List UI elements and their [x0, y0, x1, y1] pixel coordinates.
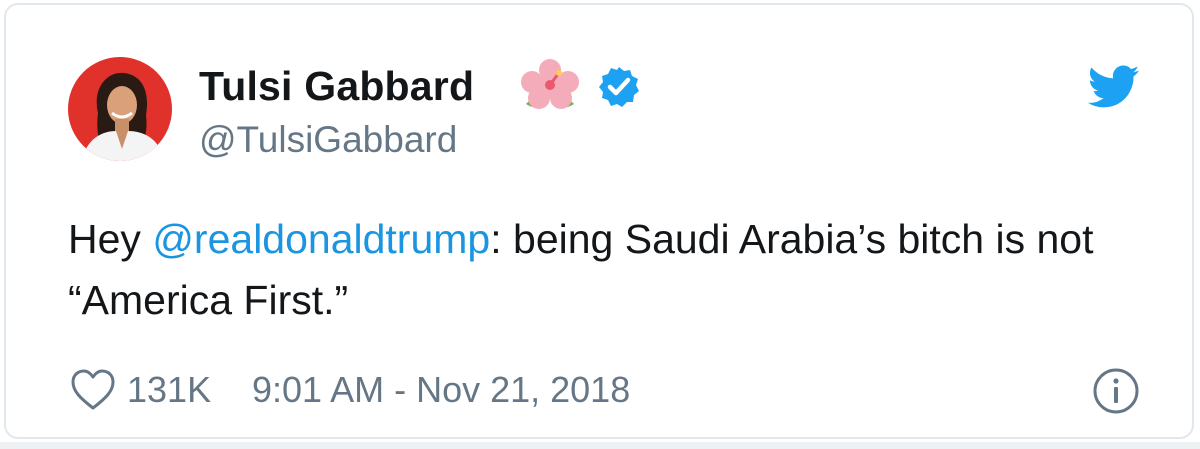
info-icon[interactable] [1092, 367, 1140, 415]
verified-badge-icon [599, 67, 639, 107]
mention-link[interactable]: @realdonaldtrump [152, 216, 490, 262]
avatar[interactable] [68, 57, 172, 161]
avatar-photo [68, 57, 172, 161]
author-name[interactable]: Tulsi Gabbard [199, 63, 474, 110]
twitter-bird-icon[interactable] [1088, 65, 1140, 109]
tweet-text-before: Hey [68, 216, 153, 262]
bottom-divider [0, 442, 1200, 449]
hibiscus-icon [521, 59, 579, 109]
like-count: 131K [127, 369, 212, 410]
author-handle[interactable]: @TulsiGabbard [199, 119, 457, 161]
tweet-text: Hey @realdonaldtrump: being Saudi Arabia… [68, 209, 1148, 331]
timestamp[interactable]: 9:01 AM - Nov 21, 2018 [252, 369, 630, 411]
tweet-card: Tulsi Gabbard @TulsiGabbard Hey @realdon… [4, 3, 1194, 439]
heart-icon[interactable] [70, 369, 116, 411]
